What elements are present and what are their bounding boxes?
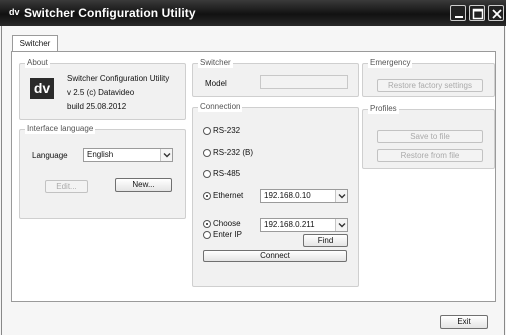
ethernet-label[interactable]: Ethernet bbox=[213, 191, 243, 201]
edit-language-button[interactable]: Edit... bbox=[45, 180, 88, 193]
datavideo-logo: dv bbox=[30, 78, 54, 99]
maximize-icon bbox=[472, 8, 484, 20]
connection-group-title: Connection bbox=[198, 102, 243, 112]
minimize-icon bbox=[455, 16, 463, 18]
emergency-group: Emergency Restore factory settings bbox=[362, 58, 495, 97]
chevron-down-icon bbox=[160, 149, 172, 161]
about-group-title: About bbox=[25, 58, 50, 68]
chevron-down-icon bbox=[335, 190, 347, 202]
profiles-group-title: Profiles bbox=[368, 104, 399, 114]
chevron-down-icon bbox=[335, 219, 347, 231]
enter-ip-radio[interactable] bbox=[203, 231, 211, 239]
switcher-group-title: Switcher bbox=[198, 58, 233, 68]
ethernet-ip-value: 192.168.0.10 bbox=[264, 191, 311, 200]
choose-ip-value: 192.168.0.211 bbox=[264, 220, 315, 229]
app-logo-icon: dv bbox=[9, 7, 20, 17]
restore-factory-settings-button[interactable]: Restore factory settings bbox=[377, 79, 483, 92]
ethernet-ip-select[interactable]: 192.168.0.10 bbox=[260, 189, 348, 203]
tab-switcher[interactable]: Switcher bbox=[12, 35, 58, 52]
choose-ip-select[interactable]: 192.168.0.211 bbox=[260, 218, 348, 232]
rs485-label[interactable]: RS-485 bbox=[213, 169, 240, 179]
save-to-file-button[interactable]: Save to file bbox=[377, 130, 483, 143]
app-version: v 2.5 (c) Datavideo bbox=[67, 88, 135, 97]
ethernet-radio[interactable] bbox=[203, 192, 211, 200]
enter-ip-label[interactable]: Enter IP bbox=[213, 230, 242, 240]
rs232b-radio[interactable] bbox=[203, 149, 211, 157]
connect-button[interactable]: Connect bbox=[203, 250, 347, 262]
emergency-group-title: Emergency bbox=[368, 58, 413, 68]
close-button[interactable] bbox=[488, 5, 504, 21]
model-label: Model bbox=[205, 79, 227, 88]
language-select-value: English bbox=[87, 150, 114, 159]
rs232-radio[interactable] bbox=[203, 127, 211, 135]
exit-button[interactable]: Exit bbox=[440, 315, 488, 329]
interface-language-group-title: Interface language bbox=[25, 124, 96, 134]
rs232-label[interactable]: RS-232 bbox=[213, 126, 240, 136]
title-bar[interactable]: dv Switcher Configuration Utility bbox=[0, 0, 506, 26]
language-select[interactable]: English bbox=[83, 148, 173, 162]
model-field bbox=[260, 75, 348, 89]
interface-language-group: Interface language Language English Edit… bbox=[19, 124, 186, 219]
restore-from-file-button[interactable]: Restore from file bbox=[377, 149, 483, 162]
window-client-area: Switcher About dv Switcher Configuration… bbox=[1, 26, 505, 335]
find-button[interactable]: Find bbox=[303, 234, 348, 247]
window-title: Switcher Configuration Utility bbox=[24, 6, 196, 20]
choose-label[interactable]: Choose bbox=[213, 219, 241, 229]
connection-group: Connection RS-232 RS-232 (B) RS-485 Ethe… bbox=[192, 102, 359, 287]
maximize-button[interactable] bbox=[469, 5, 485, 21]
choose-radio[interactable] bbox=[203, 220, 211, 228]
switcher-group: Switcher Model bbox=[192, 58, 359, 97]
profiles-group: Profiles Save to file Restore from file bbox=[362, 104, 495, 169]
about-group: About dv Switcher Configuration Utility … bbox=[19, 58, 186, 120]
app-name: Switcher Configuration Utility bbox=[67, 74, 170, 83]
rs485-radio[interactable] bbox=[203, 170, 211, 178]
minimize-button[interactable] bbox=[450, 5, 466, 21]
app-build: build 25.08.2012 bbox=[67, 102, 127, 111]
rs232b-label[interactable]: RS-232 (B) bbox=[213, 148, 253, 158]
new-language-button[interactable]: New... bbox=[115, 178, 172, 192]
close-icon bbox=[492, 9, 502, 19]
language-label: Language bbox=[32, 151, 68, 160]
switcher-tab-panel: About dv Switcher Configuration Utility … bbox=[11, 51, 496, 302]
